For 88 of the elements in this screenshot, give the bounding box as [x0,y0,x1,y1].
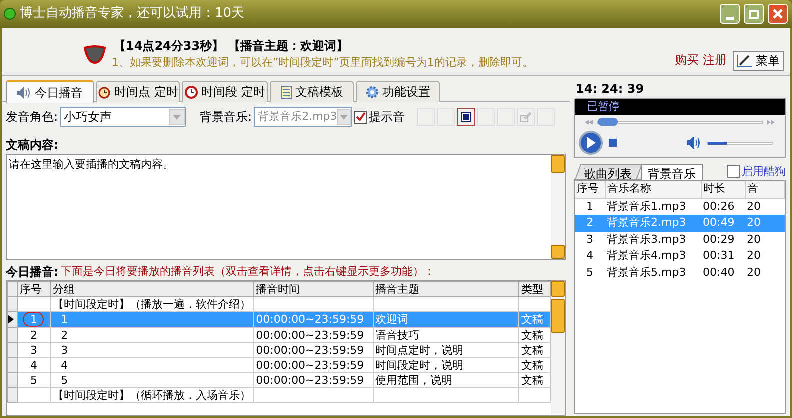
document-icon [280,86,292,98]
script-label: 文稿内容: [5,137,60,154]
tab[interactable]: 歌曲列表 [575,164,643,179]
row-pointer-icon [8,315,14,324]
close-button[interactable] [768,4,788,24]
table-cell[interactable]: 文稿 [518,358,550,372]
table-cell[interactable]: 4 [17,358,51,372]
alarm-clock-icon [98,86,111,98]
table-cell[interactable]: 20 [745,198,784,215]
caret-icon [173,114,182,120]
header-link[interactable]: 购买 [675,51,699,69]
table-cell[interactable]: 文稿 [518,372,550,388]
table-cell[interactable]: 00:26 [701,198,745,215]
header-link[interactable]: 注册 [703,51,727,69]
scroll-bar[interactable] [551,155,565,259]
edit-button[interactable] [517,108,536,126]
table-cell[interactable]: 时间段定时，说明 [373,358,519,372]
hint-text: 1、如果要删除本欢迎词，可以在”时间段定时”页里面找到编号为1的记录，删除即可。 [112,54,534,70]
check-icon [356,112,366,122]
seek-thumb[interactable] [598,118,618,126]
tab[interactable]: 时间点 定时 [96,81,180,102]
minimize-button[interactable] [720,4,740,24]
table-cell[interactable]: 文稿 [518,328,550,342]
music-label: 背景音乐: [200,109,252,126]
tab[interactable]: 功能设置 [356,81,440,102]
table-cell[interactable]: 时间点定时，说明 [373,342,519,358]
scroll-bar[interactable] [551,281,565,415]
clock-text: 14: 24: 39 [575,81,646,96]
table-cell[interactable]: 4 [50,358,254,372]
column-header[interactable]: 类型 [518,282,550,296]
tab[interactable]: 今日播音 [6,80,94,103]
column-header[interactable]: 时长 [701,181,745,198]
column-header[interactable]: 序号 [17,282,51,296]
table-cell[interactable]: 00:00:00~23:59:59 [254,328,374,342]
headline-text: 【14点24分33秒】 【播音主题：欢迎词】 [113,38,350,54]
table-cell[interactable]: 2 [17,328,51,342]
table-cell[interactable]: 1 [575,198,605,215]
play-button[interactable] [579,131,603,155]
play-icon [586,137,596,149]
speaker-icon [17,86,31,98]
rewind-icon[interactable] [585,120,593,124]
table-cell[interactable]: 5 [50,372,254,388]
table-cell[interactable]: 00:00:00~23:59:59 [254,358,374,372]
app-icon [4,8,16,20]
table-cell[interactable]: 背景音乐3.mp3 [605,232,701,248]
voice-dropdown[interactable]: 小巧女声 [60,107,186,127]
kugou-checkbox[interactable]: 启用酷狗 [727,164,786,180]
gear-icon [366,86,378,98]
group-cell: 【时间段定时】（播放一遍．软件介绍） [50,296,254,312]
maximize-button[interactable] [744,4,764,24]
stop-button[interactable] [457,108,476,126]
group-cell: 【时间段定时】（循环播放．入场音乐） [50,388,254,402]
table-cell[interactable]: 3 [17,342,51,358]
column-header[interactable]: 音 [745,181,784,198]
window-title: 博士自动播音专家，还可以试用：10天 [20,5,246,24]
table-cell[interactable]: 背景音乐1.mp3 [605,198,701,215]
speaker-icon[interactable] [687,137,701,149]
column-header[interactable]: 音乐名称 [605,181,701,198]
tab[interactable]: 文稿模板 [270,81,354,102]
pen-icon [520,111,532,123]
column-header[interactable]: 播音主题 [373,282,519,296]
tab[interactable]: 背景音乐 [641,164,703,180]
prompt-checkbox[interactable]: 提示音 [354,108,406,126]
volume-fill[interactable] [708,142,728,144]
music-dropdown[interactable]: 背景音乐2.mp3 [254,107,352,127]
column-header[interactable]: 播音时间 [254,282,374,296]
table-cell[interactable]: 使用范围，说明 [373,372,519,388]
table-cell[interactable]: 5 [17,372,51,388]
column-header[interactable]: 序号 [575,181,605,198]
table-cell[interactable]: 文稿 [518,342,550,358]
caret-icon [340,114,348,120]
table-cell[interactable]: 3 [50,342,254,358]
menu-button[interactable]: 菜单 [733,51,784,71]
player-status: 已暂停 [587,98,620,115]
chart-icon [737,54,753,68]
column-header[interactable]: 分组 [50,282,254,296]
tab[interactable]: 时间段 定时 [182,81,268,102]
mouth-icon [82,43,108,65]
close-icon [772,8,784,20]
table-cell[interactable]: 语音技巧 [373,328,519,342]
today-label: 今日播音: [6,264,59,281]
forward-icon[interactable] [767,120,775,124]
clock-icon [184,86,198,98]
table-cell[interactable]: 00:00:00~23:59:59 [254,342,374,358]
voice-label: 发音角色: [6,109,58,126]
today-note: 下面是今日将要播放的播音列表（双击查看详情，点击右键显示更多功能）： [60,264,435,280]
table-cell[interactable]: 00:00:00~23:59:59 [254,372,374,388]
table-cell[interactable]: 2 [50,328,254,342]
